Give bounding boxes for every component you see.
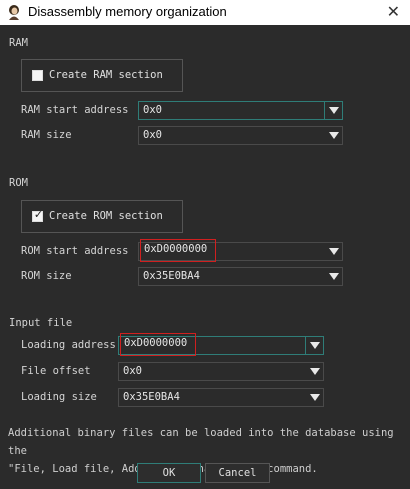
- info-line-1: Additional binary files can be loaded in…: [8, 427, 394, 457]
- title-bar: Disassembly memory organization ✕: [0, 0, 410, 25]
- rom-start-address-label: ROM start address: [21, 245, 129, 257]
- loading-address-label: Loading address: [21, 339, 116, 351]
- ram-section-label: RAM: [9, 37, 28, 49]
- rom-size-value: 0x35E0BA4: [143, 270, 200, 282]
- chevron-down-icon[interactable]: [325, 243, 342, 260]
- chevron-down-icon[interactable]: [306, 363, 323, 380]
- chevron-down-icon[interactable]: [325, 127, 342, 144]
- chevron-down-icon[interactable]: [305, 337, 323, 354]
- file-offset-label: File offset: [21, 365, 91, 377]
- ram-size-combo[interactable]: 0x0: [138, 126, 343, 145]
- rom-start-address-combo[interactable]: 0xD0000000: [138, 239, 343, 262]
- rom-start-address-value: 0xD0000000: [140, 239, 216, 262]
- cancel-button[interactable]: Cancel: [205, 463, 270, 483]
- loading-size-label: Loading size: [21, 391, 97, 403]
- rom-section-label: ROM: [9, 177, 28, 189]
- create-rom-section-checkbox[interactable]: ✓ Create ROM section: [21, 200, 183, 233]
- checkbox-icon: [32, 70, 43, 81]
- ram-size-label: RAM size: [21, 129, 72, 141]
- ram-start-address-combo[interactable]: 0x0: [138, 101, 343, 120]
- chevron-down-icon[interactable]: [306, 389, 323, 406]
- loading-address-value: 0xD0000000: [120, 333, 196, 356]
- cancel-button-label: Cancel: [218, 467, 257, 479]
- ok-button[interactable]: OK: [137, 463, 201, 483]
- create-ram-section-checkbox[interactable]: Create RAM section: [21, 59, 183, 92]
- input-file-section-label: Input file: [9, 317, 73, 329]
- loading-size-value: 0x35E0BA4: [123, 391, 180, 403]
- create-ram-section-label: Create RAM section: [49, 69, 163, 81]
- chevron-down-icon[interactable]: [325, 268, 342, 285]
- checkmark-icon: ✓: [33, 208, 44, 221]
- loading-size-combo[interactable]: 0x35E0BA4: [118, 388, 324, 407]
- ram-start-address-value: 0x0: [143, 104, 162, 116]
- close-icon[interactable]: ✕: [387, 2, 400, 22]
- ok-button-label: OK: [162, 467, 176, 479]
- ram-size-value: 0x0: [143, 129, 162, 141]
- file-offset-combo[interactable]: 0x0: [118, 362, 324, 381]
- loading-address-combo[interactable]: 0xD0000000: [118, 333, 324, 356]
- ram-start-address-label: RAM start address: [21, 104, 129, 116]
- rom-size-combo[interactable]: 0x35E0BA4: [138, 267, 343, 286]
- create-rom-section-label: Create ROM section: [49, 210, 163, 222]
- person-icon: [9, 5, 19, 20]
- checkbox-icon: ✓: [32, 208, 44, 222]
- rom-size-label: ROM size: [21, 270, 72, 282]
- window-title: Disassembly memory organization: [28, 4, 227, 19]
- file-offset-value: 0x0: [123, 365, 142, 377]
- chevron-down-icon[interactable]: [324, 102, 342, 119]
